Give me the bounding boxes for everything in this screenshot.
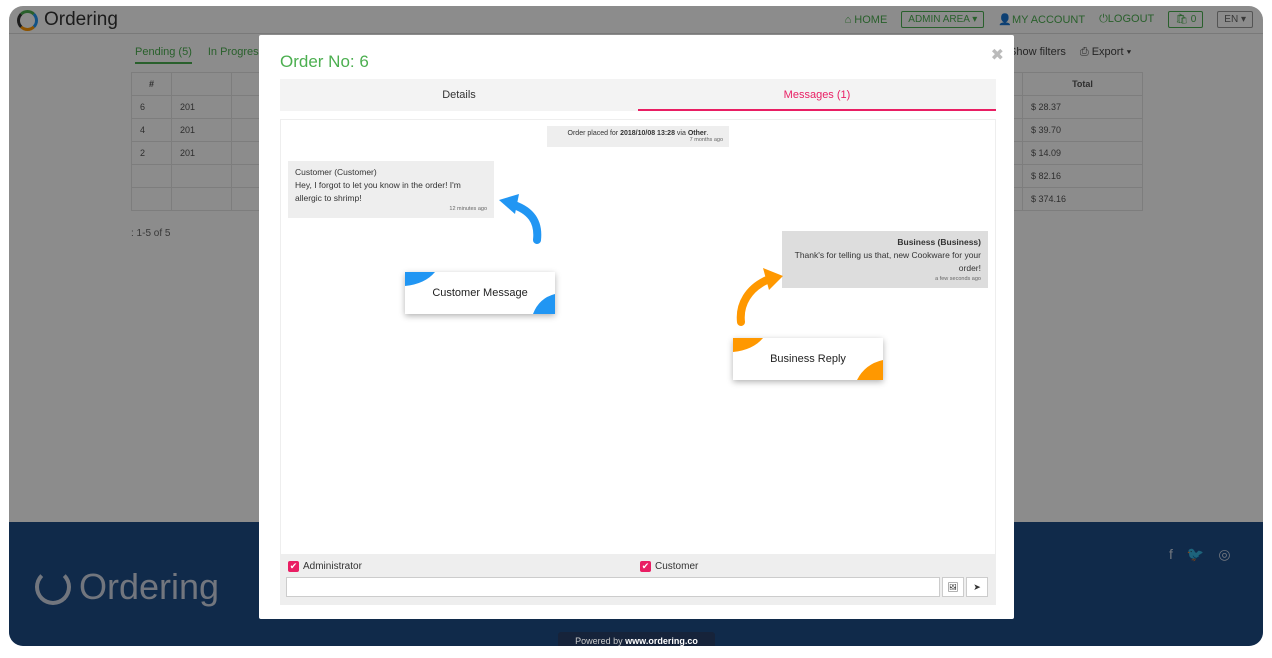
- business-message-time: a few seconds ago: [935, 276, 981, 282]
- business-message-bubble: Business (Business) Thank's for telling …: [782, 231, 988, 288]
- customer-message-text: Hey, I forgot to let you know in the ord…: [295, 180, 461, 203]
- image-upload-icon[interactable]: 🖼: [942, 577, 964, 597]
- customer-message-callout: Customer Message: [405, 272, 555, 314]
- checkbox-checked-icon: ✔: [288, 561, 299, 572]
- modal-title: Order No: 6: [280, 52, 369, 71]
- system-message: Order placed for 2018/10/08 13:28 via Ot…: [547, 126, 729, 147]
- powered-by-link[interactable]: www.ordering.co: [625, 636, 698, 646]
- business-callout-label: Business Reply: [770, 353, 846, 365]
- system-message-channel: Other: [687, 130, 707, 137]
- system-message-via: via: [676, 130, 686, 137]
- powered-by-prefix: Powered by: [575, 636, 623, 646]
- message-input[interactable]: [286, 577, 940, 597]
- message-composer: ✔ Administrator ✔ Customer 🖼 ➤: [280, 555, 996, 605]
- customer-label: Customer: [655, 561, 699, 572]
- tab-messages[interactable]: Messages (1): [638, 79, 996, 111]
- modal-tabs: Details Messages (1): [280, 79, 996, 111]
- customer-message-sender: Customer (Customer): [295, 167, 377, 177]
- administrator-label: Administrator: [303, 561, 362, 572]
- administrator-checkbox[interactable]: ✔ Administrator: [288, 561, 362, 572]
- order-modal: Order No: 6 ✖ Details Messages (1) Order…: [259, 35, 1014, 619]
- blue-arrow-icon: [499, 194, 542, 244]
- business-reply-callout: Business Reply: [733, 338, 883, 380]
- customer-message-time: 12 minutes ago: [449, 206, 487, 212]
- customer-message-bubble: Customer (Customer) Hey, I forgot to let…: [288, 161, 494, 218]
- messages-panel: Order placed for 2018/10/08 13:28 via Ot…: [280, 119, 996, 555]
- business-message-text: Thank's for telling us that, new Cookwar…: [794, 250, 981, 273]
- customer-callout-label: Customer Message: [432, 287, 528, 299]
- tab-details[interactable]: Details: [280, 79, 638, 111]
- app-frame: Ordering ⌂ HOME ADMIN AREA ▾ 👤MY ACCOUNT…: [9, 6, 1263, 646]
- orange-arrow-icon: [736, 268, 783, 326]
- system-message-prefix: Order placed for: [567, 130, 619, 137]
- system-message-time: 7 months ago: [689, 137, 723, 143]
- business-message-sender: Business (Business): [897, 237, 981, 247]
- checkbox-checked-icon: ✔: [640, 561, 651, 572]
- system-message-date: 2018/10/08 13:28: [620, 130, 675, 137]
- powered-by: Powered by www.ordering.co: [558, 632, 715, 646]
- send-icon[interactable]: ➤: [966, 577, 988, 597]
- customer-checkbox[interactable]: ✔ Customer: [640, 561, 698, 572]
- close-icon[interactable]: ✖: [991, 45, 1004, 65]
